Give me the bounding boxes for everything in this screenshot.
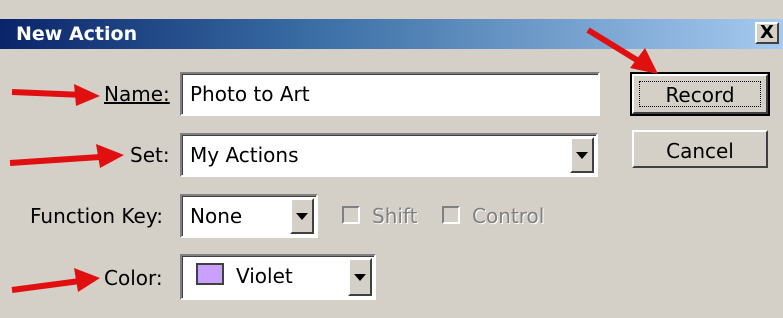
arrow-set-icon xyxy=(9,144,124,168)
arrow-name-icon xyxy=(11,84,100,106)
annotation-arrows xyxy=(9,27,658,293)
arrow-record-icon xyxy=(586,27,658,74)
new-action-dialog: New Action X Name: Photo to Art Set: My … xyxy=(0,0,783,318)
arrow-color-icon xyxy=(11,268,100,293)
